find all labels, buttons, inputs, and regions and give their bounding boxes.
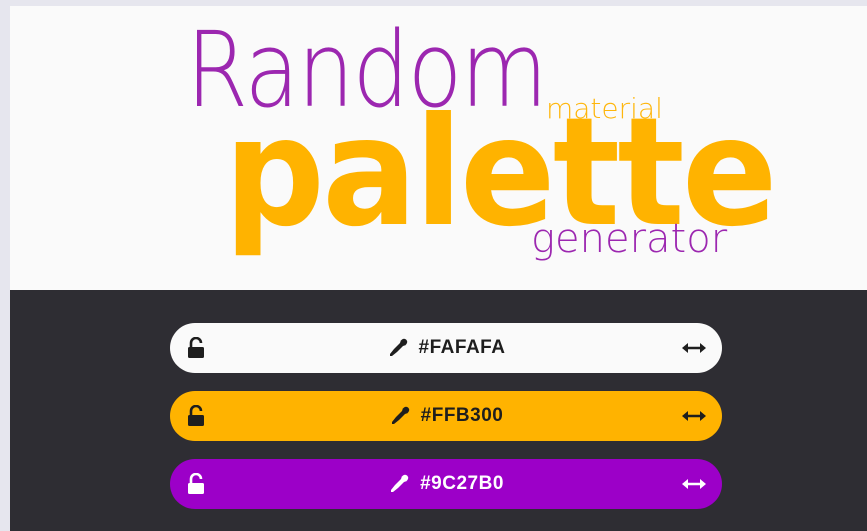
eyedropper-icon[interactable] [388, 473, 410, 495]
hero-logo: Random palette material generator [10, 6, 867, 290]
logo-word-generator: generator [531, 216, 728, 262]
hex-code[interactable]: #FAFAFA [419, 337, 506, 359]
swatch-center: #9C27B0 [170, 459, 722, 509]
resize-horizontal-icon[interactable] [682, 476, 706, 492]
eyedropper-icon[interactable] [389, 405, 411, 427]
hex-code[interactable]: #9C27B0 [420, 473, 504, 495]
eyedropper-icon[interactable] [387, 337, 409, 359]
logo-word-material: material [546, 92, 663, 125]
swatch-center: #FFB300 [170, 391, 722, 441]
color-swatch-3[interactable]: #9C27B0 [170, 459, 722, 509]
swatch-center: #FAFAFA [170, 323, 722, 373]
hex-code[interactable]: #FFB300 [421, 405, 504, 427]
resize-horizontal-icon[interactable] [682, 408, 706, 424]
color-swatch-1[interactable]: #FAFAFA [170, 323, 722, 373]
resize-horizontal-icon[interactable] [682, 340, 706, 356]
left-edge [0, 0, 10, 531]
color-swatch-2[interactable]: #FFB300 [170, 391, 722, 441]
palette-panel: #FAFAFA #FFB300 #9C27B0 [10, 290, 867, 531]
